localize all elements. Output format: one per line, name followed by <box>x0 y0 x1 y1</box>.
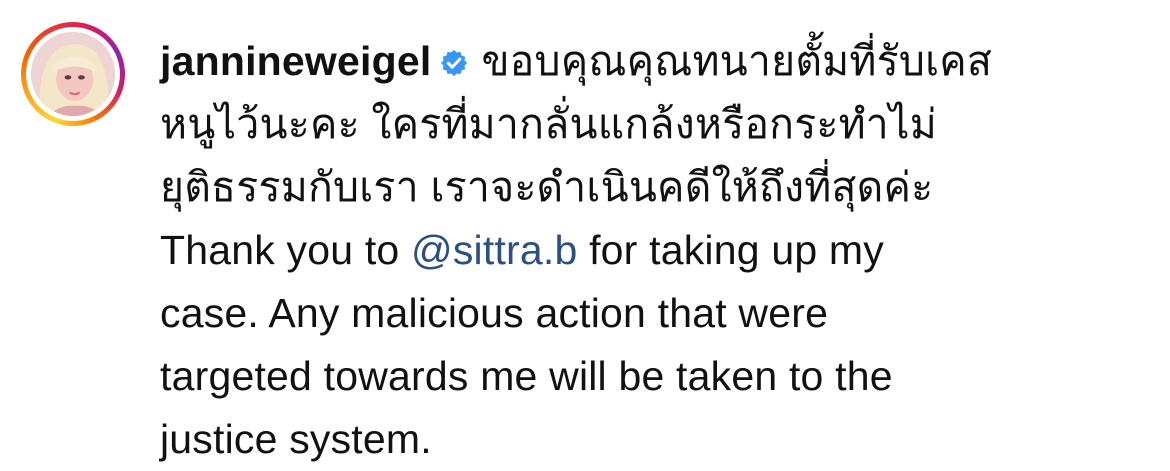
english-line1-suffix: for taking up my <box>577 227 884 273</box>
thai-text-line-1: ขอบคุณคุณทนายตั้มที่รับเคส <box>481 38 993 84</box>
english-text-line-3: targeted towards me will be taken to the <box>160 353 893 399</box>
english-text-line-4: justice system. <box>160 416 432 462</box>
thai-text-line-2: หนูไว้นะคะ ใครที่มากลั่นแกล้งหรือกระทำไม… <box>160 101 937 147</box>
mention-link[interactable]: @sittra.b <box>411 227 577 273</box>
avatar[interactable] <box>31 32 115 116</box>
comment-body: jannineweigel ขอบคุณคุณทนายตั้มที่รับเคส… <box>160 30 1150 471</box>
username-link[interactable]: jannineweigel <box>160 38 431 84</box>
thai-text-line-3: ยุติธรรมกับเรา เราจะดำเนินคดีให้ถึงที่สุ… <box>160 164 934 210</box>
english-text-line-2: case. Any malicious action that were <box>160 290 829 336</box>
avatar-image <box>31 32 115 116</box>
verified-badge-icon <box>441 49 468 77</box>
english-prefix: Thank you to <box>160 227 412 273</box>
english-text-line-1: Thank you to @sittra.b for taking up my <box>160 219 1150 282</box>
comment-first-line: jannineweigel ขอบคุณคุณทนายตั้มที่รับเคส <box>160 30 1150 93</box>
story-ring-avatar[interactable] <box>21 22 125 126</box>
